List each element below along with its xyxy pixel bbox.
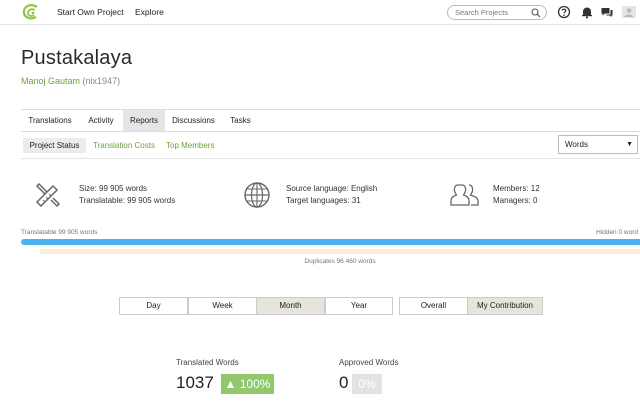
translated-words-label: Translated Words bbox=[176, 358, 239, 367]
translated-change-badge: ▲ 100% bbox=[221, 374, 274, 394]
user-avatar-icon[interactable] bbox=[622, 5, 636, 19]
owner-handle: (nix1947) bbox=[82, 76, 121, 86]
caliper-icon bbox=[35, 182, 61, 208]
search-icon[interactable] bbox=[531, 8, 541, 18]
stat-translatable: Translatable: 99 905 words bbox=[79, 196, 176, 205]
search-input[interactable] bbox=[455, 7, 533, 18]
period-month-button[interactable]: Month bbox=[256, 297, 325, 315]
stat-members: Members: 12 bbox=[493, 184, 540, 193]
subtab-top-members[interactable]: Top Members bbox=[166, 138, 214, 153]
scope-my-contribution-button[interactable]: My Contribution bbox=[467, 297, 543, 315]
translatable-bar-label: Translatable 99 905 words bbox=[21, 229, 98, 236]
start-own-project-link[interactable]: Start Own Project bbox=[57, 7, 124, 17]
tab-discussions[interactable]: Discussions bbox=[165, 110, 222, 131]
period-year-button[interactable]: Year bbox=[325, 297, 393, 315]
owner-name-link[interactable]: Manoj Gautam bbox=[21, 76, 80, 86]
explore-link[interactable]: Explore bbox=[135, 7, 164, 17]
approved-words-label: Approved Words bbox=[339, 358, 399, 367]
project-tabs: Translations Activity Reports Discussion… bbox=[21, 109, 640, 132]
translated-words-value: 1037 bbox=[176, 373, 214, 392]
duplicates-label: Duplicates 96 460 words bbox=[304, 258, 376, 265]
top-nav-bar: Start Own Project Explore bbox=[0, 0, 640, 25]
approved-words-value: 0 bbox=[339, 373, 349, 392]
unit-select-value: Words bbox=[565, 140, 588, 149]
stat-managers: Managers: 0 bbox=[493, 196, 538, 205]
tab-tasks[interactable]: Tasks bbox=[222, 110, 259, 131]
divider bbox=[21, 158, 640, 159]
subtab-translation-costs[interactable]: Translation Costs bbox=[93, 138, 155, 153]
stat-size: Size: 99 905 words bbox=[79, 184, 148, 193]
caret-down-icon: ▼ bbox=[626, 141, 633, 148]
period-week-button[interactable]: Week bbox=[188, 297, 257, 315]
project-title: Pustakalaya bbox=[21, 47, 133, 69]
stat-target-languages: Target languages: 31 bbox=[286, 196, 361, 205]
unit-select[interactable]: Words ▼ bbox=[558, 135, 638, 154]
approved-change-badge: 0% bbox=[352, 374, 382, 394]
search-box bbox=[447, 5, 547, 20]
hidden-bar-label: Hidden 0 word bbox=[596, 229, 638, 236]
translatable-progress-bar bbox=[21, 239, 640, 245]
project-owner: Manoj Gautam (nix1947) bbox=[21, 76, 120, 86]
duplicates-bar bbox=[40, 249, 640, 254]
globe-icon bbox=[244, 182, 270, 208]
bell-icon[interactable] bbox=[580, 5, 594, 19]
tab-activity[interactable]: Activity bbox=[79, 110, 123, 131]
subtab-project-status[interactable]: Project Status bbox=[23, 138, 86, 153]
crowdin-logo-icon[interactable] bbox=[22, 4, 40, 20]
tab-translations[interactable]: Translations bbox=[21, 110, 79, 131]
members-icon bbox=[450, 184, 479, 206]
scope-overall-button[interactable]: Overall bbox=[399, 297, 468, 315]
chat-icon[interactable] bbox=[600, 5, 614, 19]
period-day-button[interactable]: Day bbox=[119, 297, 188, 315]
stat-source-language: Source language: English bbox=[286, 184, 378, 193]
help-icon[interactable] bbox=[557, 5, 571, 19]
tab-reports[interactable]: Reports bbox=[123, 110, 165, 131]
